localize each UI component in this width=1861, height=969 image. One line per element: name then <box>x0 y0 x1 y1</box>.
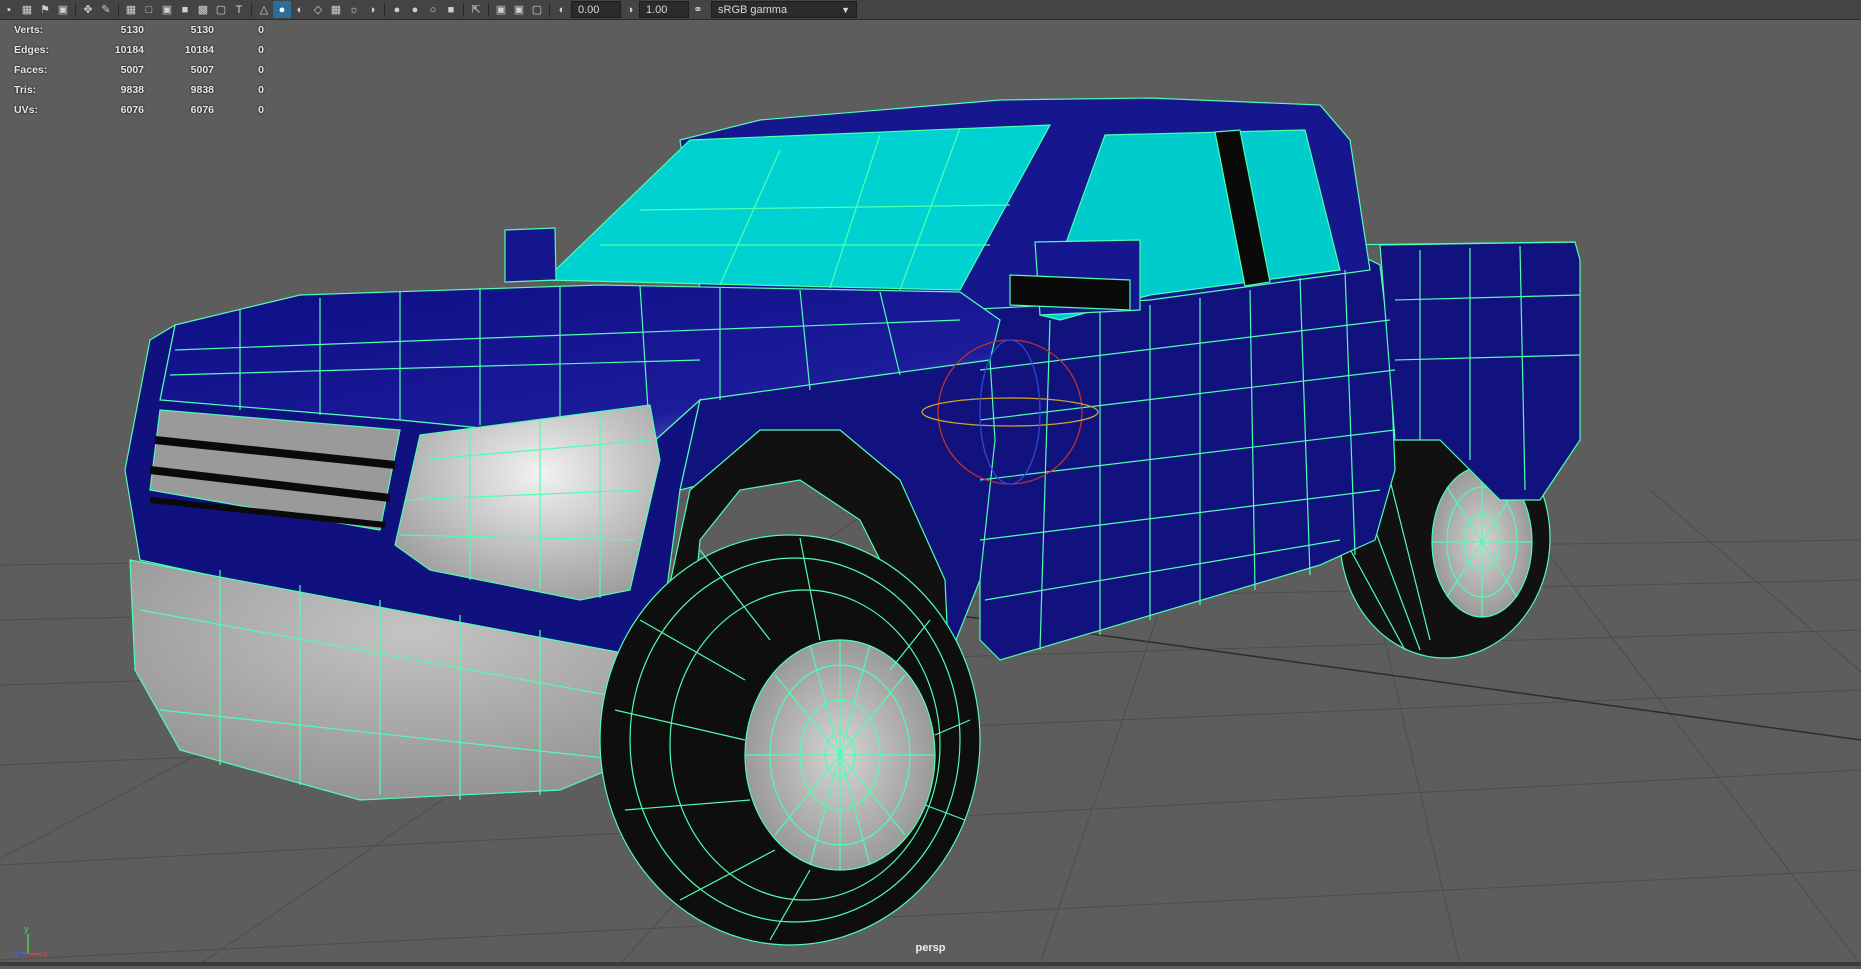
perspective-viewport[interactable]: y x z <box>0 20 1861 965</box>
grid-icon[interactable]: ▦ <box>122 1 140 18</box>
xray-icon[interactable]: ◇ <box>309 1 327 18</box>
hud-value: 5130 <box>120 24 144 36</box>
image-plane-icon[interactable]: ▣ <box>54 1 72 18</box>
toolbar-separator <box>488 2 489 17</box>
viewport-canvas: y x z <box>0 97 1861 965</box>
shade-wireframe-icon[interactable]: ◐ <box>291 1 309 18</box>
hud-row-tris: Tris: 9838 9838 0 <box>14 80 264 100</box>
hud-label: UVs: <box>14 104 38 116</box>
isolate-select-icon[interactable]: ⇱ <box>467 1 485 18</box>
gamma-field[interactable]: 1.00 <box>639 1 689 18</box>
exposure-icon[interactable]: ◐ <box>553 1 571 18</box>
axis-label-y: y <box>24 924 29 934</box>
hud-value: 5130 <box>190 24 214 36</box>
toolbar-separator <box>549 2 550 17</box>
xray-active-icon[interactable]: ▣ <box>510 1 528 18</box>
hud-value: 5007 <box>120 64 144 76</box>
hud-label: Faces: <box>14 64 48 76</box>
poly-count-hud: Verts: 5130 5130 0 Edges: 10184 10184 0 … <box>14 20 264 120</box>
hud-label: Verts: <box>14 24 44 36</box>
toolbar-separator <box>118 2 119 17</box>
color-mgmt-toggle-icon[interactable]: ▢ <box>528 1 546 18</box>
hud-row-uvs: UVs: 6076 6076 0 <box>14 100 264 120</box>
shadows-icon[interactable]: ◑ <box>363 1 381 18</box>
toolbar-separator <box>75 2 76 17</box>
grease-pencil-icon[interactable]: ✎ <box>97 1 115 18</box>
hud-row-verts: Verts: 5130 5130 0 <box>14 20 264 40</box>
color-space-dropdown[interactable]: sRGB gamma ▼ <box>711 1 857 18</box>
hud-value: 6076 <box>120 104 144 116</box>
safe-title-icon[interactable]: T <box>230 1 248 18</box>
toolbar-separator <box>251 2 252 17</box>
chevron-down-icon: ▼ <box>841 4 850 15</box>
hud-value: 0 <box>258 44 264 56</box>
field-chart-icon[interactable]: ▩ <box>194 1 212 18</box>
wireframe-icon[interactable]: △ <box>255 1 273 18</box>
motion-blur-icon[interactable]: ● <box>406 1 424 18</box>
front-wheel <box>599 534 981 946</box>
hud-label: Edges: <box>14 44 50 56</box>
hud-row-edges: Edges: 10184 10184 0 <box>14 40 264 60</box>
toolbar-separator <box>384 2 385 17</box>
hud-value: 0 <box>258 64 264 76</box>
camera-attrs-icon[interactable]: ▦ <box>18 1 36 18</box>
smooth-shade-icon[interactable]: ● <box>273 1 291 18</box>
camera-icon[interactable]: ▪ <box>0 1 18 18</box>
safe-action-icon[interactable]: ▢ <box>212 1 230 18</box>
color-mgmt-icon[interactable]: ⚭ <box>689 1 707 18</box>
2d-pan-icon[interactable]: ✥ <box>79 1 97 18</box>
hud-value: 0 <box>258 104 264 116</box>
viewport-toolbar: ▪ ▦ ⚑ ▣ ✥ ✎ ▦ □ ▣ ■ ▩ ▢ T △ ● ◐ ◇ ▦ ☼ ◑ … <box>0 0 1861 20</box>
hud-value: 10184 <box>184 44 214 56</box>
lights-icon[interactable]: ☼ <box>345 1 363 18</box>
hud-label: Tris: <box>14 84 37 96</box>
hud-row-faces: Faces: 5007 5007 0 <box>14 60 264 80</box>
gate-mask-icon[interactable]: ■ <box>176 1 194 18</box>
bookmark-icon[interactable]: ⚑ <box>36 1 54 18</box>
gamma-icon[interactable]: ◑ <box>621 1 639 18</box>
toolbar-separator <box>463 2 464 17</box>
ambient-occlusion-icon[interactable]: ● <box>388 1 406 18</box>
hud-value: 10184 <box>114 44 144 56</box>
viewport-bottom-border <box>0 962 1861 966</box>
hud-value: 9838 <box>120 84 144 96</box>
hud-value: 9838 <box>190 84 214 96</box>
film-gate-icon[interactable]: □ <box>140 1 158 18</box>
color-space-label: sRGB gamma <box>718 3 788 16</box>
hud-value: 5007 <box>190 64 214 76</box>
hud-value: 0 <box>258 84 264 96</box>
resolution-gate-icon[interactable]: ▣ <box>158 1 176 18</box>
anti-alias-icon[interactable]: ○ <box>424 1 442 18</box>
camera-name-label: persp <box>915 942 946 954</box>
xray-joints-icon[interactable]: ▣ <box>492 1 510 18</box>
textured-icon[interactable]: ▦ <box>327 1 345 18</box>
exposure-field[interactable]: 0.00 <box>571 1 621 18</box>
hud-value: 0 <box>258 24 264 36</box>
depth-of-field-icon[interactable]: ■ <box>442 1 460 18</box>
hud-value: 6076 <box>190 104 214 116</box>
